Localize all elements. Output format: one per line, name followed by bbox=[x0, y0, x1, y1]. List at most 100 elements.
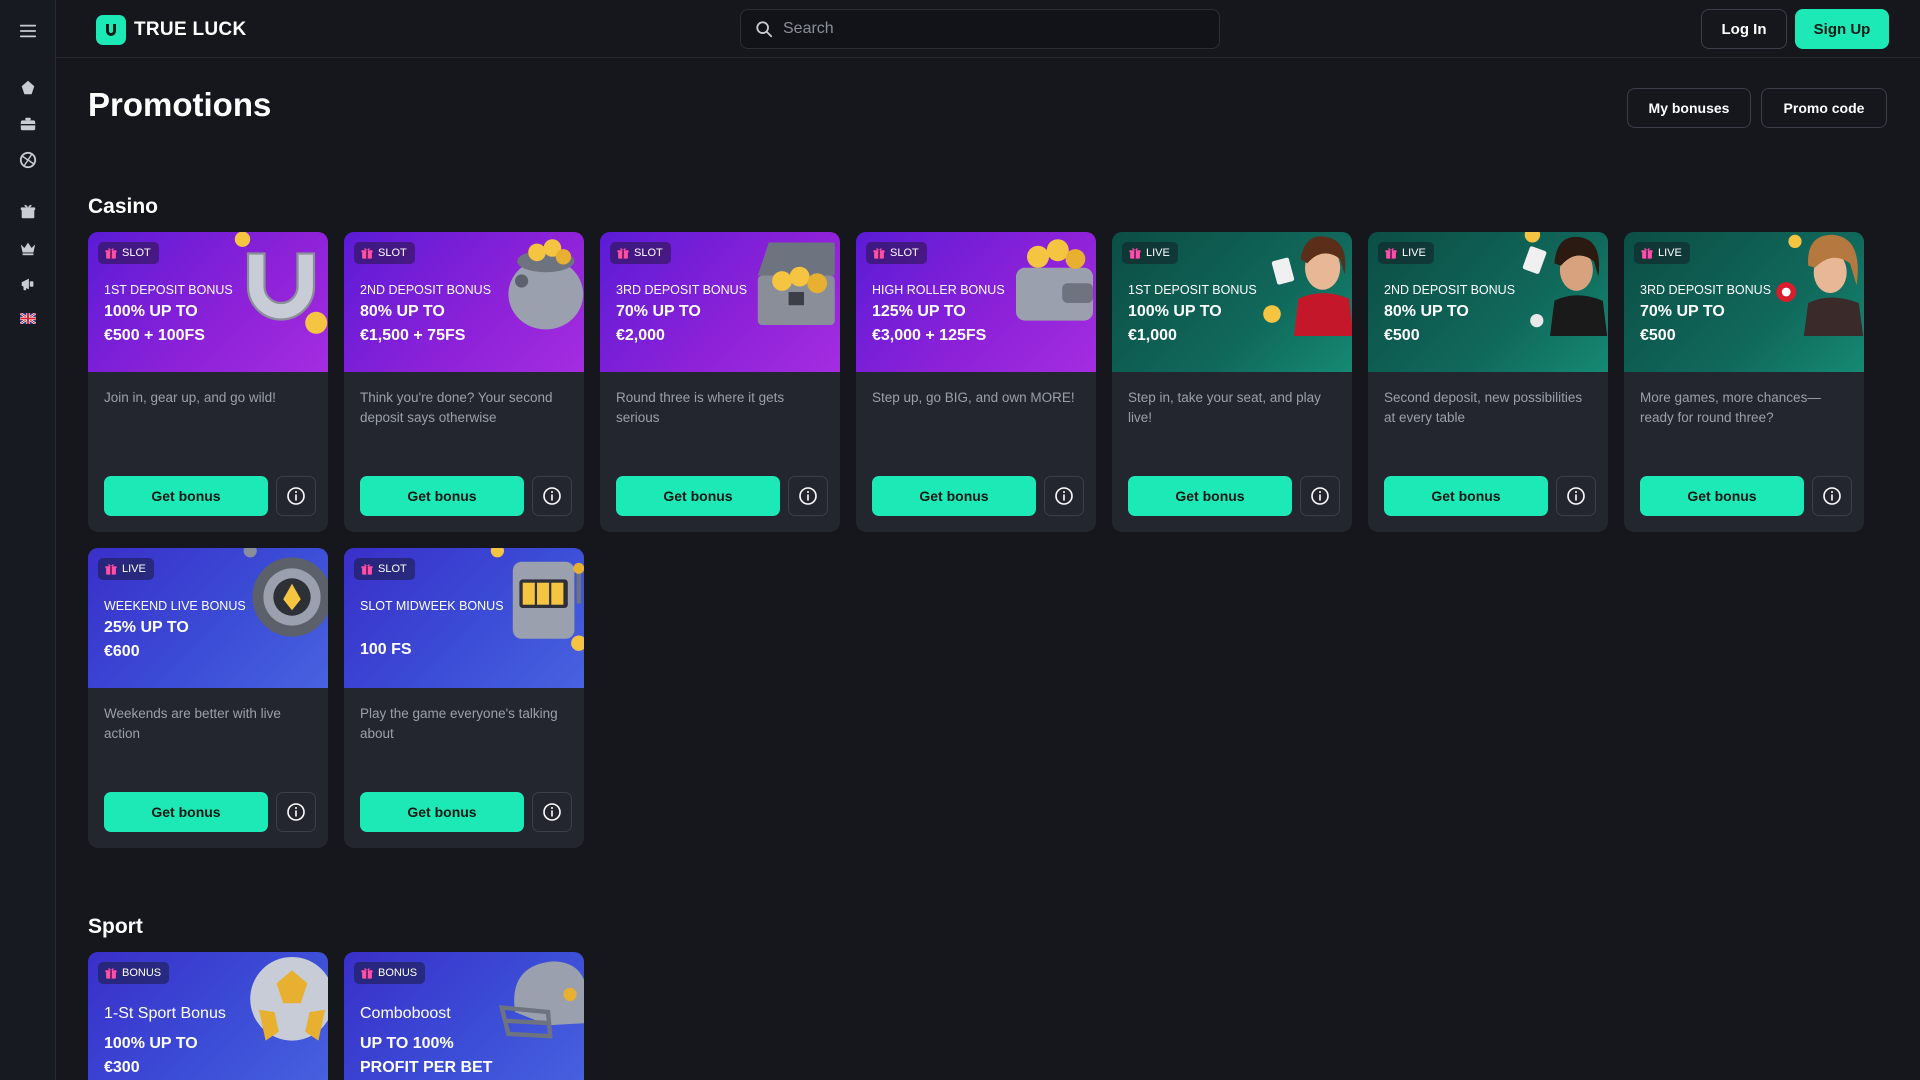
promo-card: SLOT 3RD DEPOSIT BONUS 70% UP TO €2,000 R… bbox=[600, 232, 840, 532]
promo-banner[interactable]: LIVE 2ND DEPOSIT BONUS 80% UP TO €500 bbox=[1368, 232, 1608, 372]
gift-icon bbox=[1640, 246, 1654, 260]
promo-card: SLOT 2ND DEPOSIT BONUS 80% UP TO €1,500 +… bbox=[344, 232, 584, 532]
section-title-casino: Casino bbox=[88, 195, 159, 218]
info-icon bbox=[542, 486, 562, 506]
my-bonuses-button[interactable]: My bonuses bbox=[1627, 88, 1751, 128]
menu-icon[interactable] bbox=[16, 19, 40, 43]
horseshoe-logo-icon bbox=[96, 15, 126, 45]
bonus-description: Second deposit, new possibilities at eve… bbox=[1384, 390, 1583, 425]
bonus-amount: 100% UP TO €1,000 bbox=[1128, 303, 1222, 344]
info-icon bbox=[1822, 486, 1842, 506]
get-bonus-button[interactable]: Get bonus bbox=[104, 476, 268, 516]
gift-icon bbox=[104, 562, 118, 576]
bonus-amount: 100% UP TO €500 + 100FS bbox=[104, 303, 205, 344]
bonus-description: Think you're done? Your second deposit s… bbox=[360, 390, 553, 425]
promo-card: LIVE 3RD DEPOSIT BONUS 70% UP TO €500 Mor… bbox=[1624, 232, 1864, 532]
info-button[interactable] bbox=[532, 476, 572, 516]
gift-icon bbox=[1384, 246, 1398, 260]
gift-icon bbox=[104, 246, 118, 260]
bonus-subtitle: WEEKEND LIVE BONUS bbox=[104, 599, 246, 613]
crown-icon[interactable] bbox=[16, 236, 40, 260]
bonus-subtitle: SLOT MIDWEEK BONUS bbox=[360, 599, 504, 613]
promo-banner[interactable]: LIVE 1ST DEPOSIT BONUS 100% UP TO €1,000 bbox=[1112, 232, 1352, 372]
info-icon bbox=[542, 802, 562, 822]
sport-promo-card[interactable]: BONUS 1-St Sport Bonus 100% UP TO €300 bbox=[88, 952, 328, 1080]
bonus-amount: 80% UP TO €1,500 + 75FS bbox=[360, 303, 466, 344]
get-bonus-button[interactable]: Get bonus bbox=[1128, 476, 1292, 516]
info-button[interactable] bbox=[276, 476, 316, 516]
get-bonus-button[interactable]: Get bonus bbox=[616, 476, 780, 516]
info-button[interactable] bbox=[1556, 476, 1596, 516]
category-tag: LIVE bbox=[1634, 242, 1690, 264]
bonus-amount: 100% UP TO €300 bbox=[104, 1035, 198, 1076]
promo-banner[interactable]: SLOT HIGH ROLLER BONUS 125% UP TO €3,000 … bbox=[856, 232, 1096, 372]
search-bar[interactable] bbox=[740, 9, 1220, 49]
gift-icon[interactable] bbox=[16, 199, 40, 223]
category-tag: SLOT bbox=[98, 242, 159, 264]
get-bonus-button[interactable]: Get bonus bbox=[872, 476, 1036, 516]
gift-icon bbox=[104, 966, 118, 980]
brand-logo[interactable]: TRUE LUCK bbox=[96, 15, 246, 45]
promo-banner[interactable]: LIVE WEEKEND LIVE BONUS 25% UP TO €600 bbox=[88, 548, 328, 688]
bonus-amount: 25% UP TO €600 bbox=[104, 619, 189, 660]
promo-card: LIVE 2ND DEPOSIT BONUS 80% UP TO €500 Sec… bbox=[1368, 232, 1608, 532]
bonus-amount: 70% UP TO €500 bbox=[1640, 303, 1725, 344]
sport-promo-card[interactable]: BONUS Comboboost UP TO 100% PROFIT PER BE… bbox=[344, 952, 584, 1080]
promo-banner[interactable]: SLOT 1ST DEPOSIT BONUS 100% UP TO €500 + … bbox=[88, 232, 328, 372]
topbar: TRUE LUCK Log In Sign Up bbox=[56, 0, 1920, 58]
bonus-subtitle: HIGH ROLLER BONUS bbox=[872, 283, 1005, 297]
promo-card: LIVE WEEKEND LIVE BONUS 25% UP TO €600 We… bbox=[88, 548, 328, 848]
gift-icon bbox=[360, 966, 374, 980]
bonus-subtitle: 1ST DEPOSIT BONUS bbox=[104, 283, 233, 297]
bonus-description: Join in, gear up, and go wild! bbox=[104, 390, 276, 405]
page-title: Promotions bbox=[88, 86, 272, 123]
signup-button[interactable]: Sign Up bbox=[1795, 9, 1889, 49]
get-bonus-button[interactable]: Get bonus bbox=[360, 792, 524, 832]
login-button[interactable]: Log In bbox=[1701, 9, 1787, 49]
category-tag: LIVE bbox=[1122, 242, 1178, 264]
get-bonus-button[interactable]: Get bonus bbox=[1384, 476, 1548, 516]
bonus-amount: UP TO 100% PROFIT PER BET bbox=[360, 1035, 493, 1076]
casino-suitcase-icon[interactable] bbox=[16, 112, 40, 136]
info-button[interactable] bbox=[1300, 476, 1340, 516]
bonus-amount: 80% UP TO €500 bbox=[1384, 303, 1469, 344]
get-bonus-button[interactable]: Get bonus bbox=[360, 476, 524, 516]
bonus-subtitle: 1ST DEPOSIT BONUS bbox=[1128, 283, 1257, 297]
search-icon bbox=[756, 21, 773, 38]
info-button[interactable] bbox=[788, 476, 828, 516]
sports-ball-icon[interactable] bbox=[16, 148, 40, 172]
bonus-amount: 70% UP TO €2,000 bbox=[616, 303, 701, 344]
info-icon bbox=[1566, 486, 1586, 506]
info-icon bbox=[286, 486, 306, 506]
bonus-description: Round three is where it gets serious bbox=[616, 390, 785, 425]
promo-banner[interactable]: SLOT 3RD DEPOSIT BONUS 70% UP TO €2,000 bbox=[600, 232, 840, 372]
bonus-subtitle: 3RD DEPOSIT BONUS bbox=[1640, 283, 1772, 297]
info-button[interactable] bbox=[1044, 476, 1084, 516]
info-icon bbox=[1310, 486, 1330, 506]
bonus-subtitle: 3RD DEPOSIT BONUS bbox=[616, 283, 748, 297]
megaphone-icon[interactable] bbox=[16, 272, 40, 296]
info-icon bbox=[1054, 486, 1074, 506]
uk-flag-icon[interactable] bbox=[16, 306, 40, 330]
info-button[interactable] bbox=[532, 792, 572, 832]
info-button[interactable] bbox=[276, 792, 316, 832]
promo-code-button[interactable]: Promo code bbox=[1761, 88, 1887, 128]
get-bonus-button[interactable]: Get bonus bbox=[1640, 476, 1804, 516]
bonus-amount: 125% UP TO €3,000 + 125FS bbox=[872, 303, 987, 344]
search-input[interactable] bbox=[783, 20, 1183, 38]
bonus-subtitle: Comboboost bbox=[360, 1005, 451, 1022]
info-button[interactable] bbox=[1812, 476, 1852, 516]
promo-card: LIVE 1ST DEPOSIT BONUS 100% UP TO €1,000 … bbox=[1112, 232, 1352, 532]
promo-banner[interactable]: SLOT 2ND DEPOSIT BONUS 80% UP TO €1,500 +… bbox=[344, 232, 584, 372]
gift-icon bbox=[360, 562, 374, 576]
promo-banner[interactable]: LIVE 3RD DEPOSIT BONUS 70% UP TO €500 bbox=[1624, 232, 1864, 372]
bonus-subtitle: 1-St Sport Bonus bbox=[104, 1005, 226, 1022]
info-icon bbox=[798, 486, 818, 506]
promo-banner[interactable]: SLOT SLOT MIDWEEK BONUS 100 FS bbox=[344, 548, 584, 688]
gift-icon bbox=[872, 246, 886, 260]
sidebar bbox=[0, 0, 56, 1080]
gift-icon bbox=[360, 246, 374, 260]
get-bonus-button[interactable]: Get bonus bbox=[104, 792, 268, 832]
category-tag: BONUS bbox=[98, 962, 170, 984]
poker-chip-icon[interactable] bbox=[16, 76, 40, 100]
